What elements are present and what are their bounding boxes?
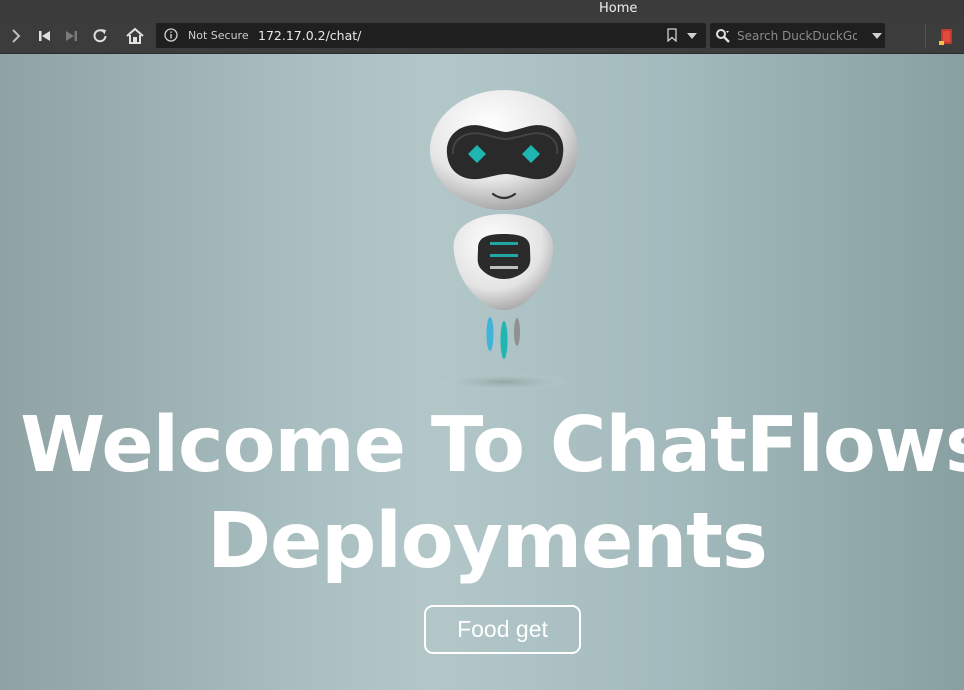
browser-toolbar: Not Secure 172.17.0.2/chat/ — [0, 18, 964, 54]
headline-line-1: Welcome To ChatFlows — [20, 401, 964, 490]
robot-illustration — [430, 90, 578, 390]
home-icon[interactable] — [123, 24, 147, 48]
headline-line-2: Deployments — [207, 497, 768, 586]
sidebar-toggle-icon[interactable] — [4, 24, 28, 48]
back-icon[interactable] — [33, 24, 57, 48]
url-bar[interactable]: Not Secure 172.17.0.2/chat/ — [156, 23, 706, 48]
forward-icon[interactable] — [59, 24, 83, 48]
extension-icon[interactable] — [936, 26, 956, 46]
food-get-button[interactable]: Food get — [424, 605, 581, 654]
window-titlebar: Home — [0, 0, 964, 18]
search-icon — [716, 29, 730, 43]
search-input[interactable] — [737, 26, 857, 45]
toolbar-separator — [925, 24, 926, 48]
window-title: Home — [599, 1, 638, 16]
search-bar[interactable] — [710, 23, 885, 48]
url-text[interactable]: 172.17.0.2/chat/ — [258, 23, 361, 48]
page-headline: Welcome To ChatFlows Deployments — [0, 398, 964, 590]
search-dropdown-icon[interactable] — [872, 33, 882, 39]
url-dropdown-icon[interactable] — [687, 33, 697, 39]
security-label: Not Secure — [188, 29, 249, 42]
reload-icon[interactable] — [88, 24, 112, 48]
bookmark-icon[interactable] — [665, 28, 679, 42]
page-content: Welcome To ChatFlows Deployments Food ge… — [0, 54, 964, 690]
info-icon[interactable] — [164, 28, 178, 42]
